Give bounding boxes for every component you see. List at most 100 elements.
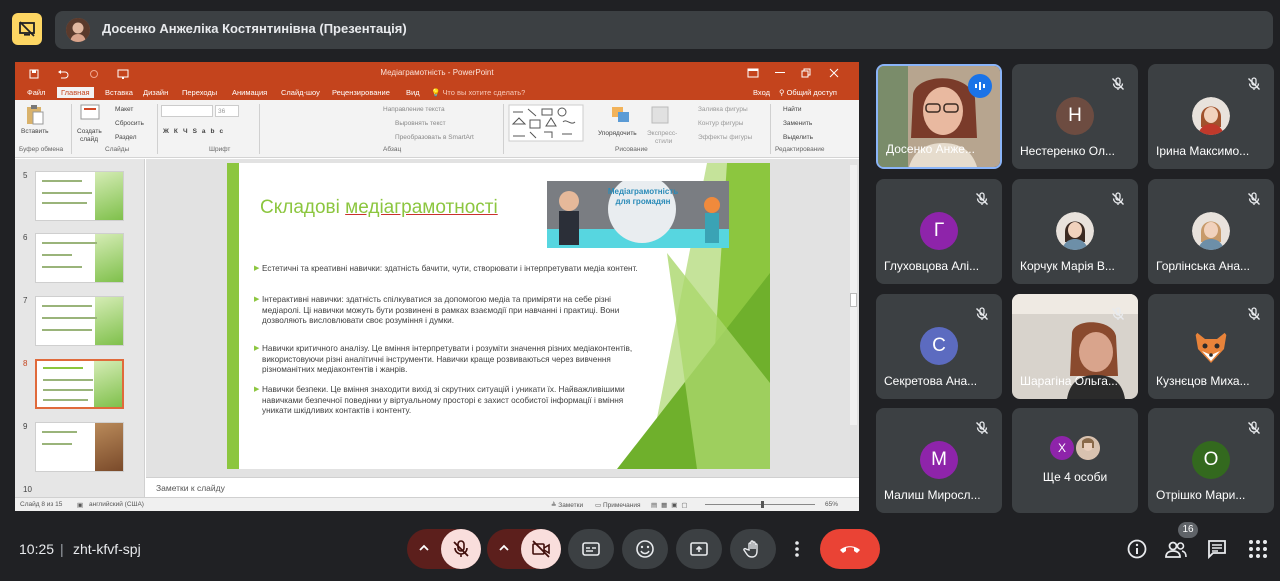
vertical-scrollbar[interactable] [850, 165, 857, 425]
tab-design[interactable]: Дизайн [143, 88, 168, 97]
new-slide-label-1[interactable]: Создать [77, 128, 102, 135]
new-slide-label-2[interactable]: слайд [80, 136, 98, 143]
slide-thumbnail[interactable] [35, 422, 124, 472]
participant-tile[interactable]: Шарагіна Ольга... [1012, 294, 1138, 399]
slide-thumbnail-selected[interactable] [35, 359, 124, 409]
mic-toggle-button[interactable] [441, 529, 481, 569]
camera-control [487, 529, 561, 569]
font-format-buttons[interactable]: ЖКЧSabc [163, 128, 228, 135]
comments-toggle[interactable]: ▭ Примечания [595, 501, 640, 509]
meeting-info-icon[interactable] [1126, 538, 1148, 560]
participant-name: Корчук Марія В... [1020, 259, 1115, 273]
sign-in-link[interactable]: Вход [753, 88, 770, 97]
bullet-text: Навички критичного аналізу. Це вміння ін… [262, 344, 633, 375]
participant-name: Кузнєцов Миха... [1156, 374, 1250, 388]
participant-tile[interactable]: Н Нестеренко Ол... [1012, 64, 1138, 169]
smartart-button[interactable]: Преобразовать в SmartArt [395, 134, 474, 141]
tab-slideshow[interactable]: Слайд-шоу [281, 88, 320, 97]
minimize-icon[interactable] [775, 72, 785, 74]
notes-toggle[interactable]: ≜ Заметки [551, 501, 583, 509]
participant-tile[interactable]: Корчук Марія В... [1012, 179, 1138, 284]
notes-toggle-label: Заметки [558, 502, 584, 509]
bullet-interactive: ▶ Інтерактивні навички: здатність спілкув… [254, 295, 620, 326]
paste-label[interactable]: Вставить [21, 128, 49, 135]
notes-pane[interactable]: Заметки к слайду [146, 477, 859, 497]
layout-button[interactable]: Макет [115, 106, 133, 113]
more-options-button[interactable] [784, 529, 810, 569]
participant-tile[interactable]: Г Глуховцова Алі... [876, 179, 1002, 284]
shared-screen[interactable]: Медіаграмотність - PowerPoint Файл Главн… [15, 62, 859, 511]
separator: | [60, 541, 64, 557]
participant-name: Нестеренко Ол... [1020, 144, 1115, 158]
text-direction-button[interactable]: Направление текста [383, 106, 445, 113]
align-text-button[interactable]: Выровнять текст [395, 120, 446, 127]
group-paragraph: Абзац [383, 146, 402, 153]
group-clipboard: Буфер обмена [19, 146, 64, 153]
shape-outline-button[interactable]: Контур фигуры [698, 120, 743, 127]
section-button[interactable]: Раздел [115, 134, 136, 141]
zoom-level[interactable]: 65% [825, 501, 838, 508]
ppt-title-bar: Медіаграмотність - PowerPoint [15, 62, 859, 86]
shapes-gallery-icon[interactable] [508, 104, 584, 142]
restore-icon[interactable] [801, 68, 811, 78]
participant-tile[interactable]: Х Ще 4 особи [1012, 408, 1138, 513]
quick-styles-label-2[interactable]: стили [655, 138, 672, 145]
participant-tile[interactable]: О Отрішко Мари... [1148, 408, 1274, 513]
presenting-icon[interactable] [12, 13, 42, 45]
participant-tile[interactable]: Кузнєцов Миха... [1148, 294, 1274, 399]
find-button[interactable]: Найти [783, 106, 802, 113]
participant-tile[interactable]: Горлінська Ана... [1148, 179, 1274, 284]
tell-me-search[interactable]: 💡 Что вы хотите сделать? [431, 88, 525, 97]
tab-home[interactable]: Главная [57, 87, 94, 98]
shape-effects-button[interactable]: Эффекты фигуры [698, 134, 752, 141]
slide-thumbnail[interactable] [35, 296, 124, 346]
slide-thumbnail[interactable] [35, 233, 124, 283]
participant-tile[interactable]: С Секретова Ана... [876, 294, 1002, 399]
reactions-button[interactable] [622, 529, 668, 569]
participant-tile[interactable]: Ірина Максимо... [1148, 64, 1274, 169]
tab-transitions[interactable]: Переходы [182, 88, 217, 97]
arrange-icon[interactable] [611, 106, 631, 124]
slide-thumbnails-pane[interactable]: 5 6 7 8 9 10 [15, 159, 145, 497]
participant-tile[interactable]: М Малиш Миросл... [876, 408, 1002, 513]
shape-fill-button[interactable]: Заливка фигуры [698, 106, 748, 113]
current-slide[interactable]: Складові медіаграмотності Медіаграмотніс… [227, 163, 770, 469]
tab-review[interactable]: Рецензирование [332, 88, 390, 97]
captions-button[interactable] [568, 529, 614, 569]
select-button[interactable]: Выделить [783, 134, 813, 141]
raise-hand-button[interactable] [730, 529, 776, 569]
quick-styles-icon[interactable] [651, 106, 669, 124]
arrange-label[interactable]: Упорядочить [598, 130, 637, 137]
zoom-slider[interactable] [705, 501, 815, 508]
view-buttons[interactable]: ▤▦▣▢ [651, 501, 692, 509]
font-size-input[interactable]: 36 [215, 105, 239, 117]
close-icon[interactable] [829, 68, 839, 78]
slide-thumbnail[interactable] [35, 171, 124, 221]
camera-toggle-button[interactable] [521, 529, 561, 569]
replace-button[interactable]: Заменить [783, 120, 812, 127]
tab-file[interactable]: Файл [27, 88, 45, 97]
language-indicator[interactable]: английский (США) [89, 501, 144, 508]
quick-styles-label-1[interactable]: Экспресс- [647, 130, 677, 137]
spellcheck-icon[interactable]: ▣ [77, 501, 83, 509]
tab-view[interactable]: Вид [406, 88, 420, 97]
share-button[interactable]: ⚲ Общий доступ [779, 88, 837, 97]
tab-animations[interactable]: Анимация [232, 88, 267, 97]
mic-off-icon [1110, 191, 1126, 207]
participant-tile[interactable]: Досенко Анже... [876, 64, 1002, 169]
present-now-button[interactable] [676, 529, 722, 569]
meeting-code[interactable]: zht-kfvf-spj [73, 541, 141, 557]
new-slide-icon[interactable] [80, 104, 100, 122]
activities-grid-icon[interactable] [1247, 538, 1269, 560]
ribbon-display-icon[interactable] [747, 68, 759, 78]
reset-button[interactable]: Сбросить [115, 120, 144, 127]
chevron-up-icon[interactable] [497, 541, 511, 555]
tab-insert[interactable]: Вставка [105, 88, 133, 97]
chevron-up-icon[interactable] [417, 541, 431, 555]
paste-icon[interactable] [25, 104, 45, 126]
font-name-input[interactable] [161, 105, 213, 117]
chat-icon[interactable] [1206, 538, 1228, 560]
ribbon-tabs: Файл Главная Вставка Дизайн Переходы Ани… [15, 86, 859, 100]
people-icon[interactable] [1165, 538, 1187, 560]
leave-call-button[interactable] [820, 529, 880, 569]
